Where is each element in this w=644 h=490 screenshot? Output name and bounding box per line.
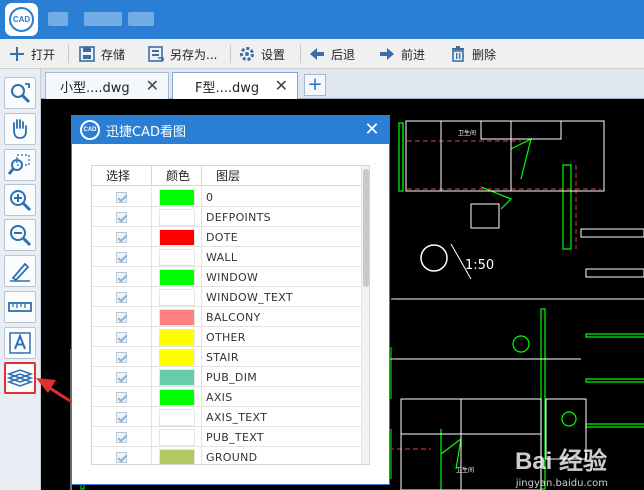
layer-select-cell bbox=[92, 387, 152, 407]
layer-table-scrollbar[interactable] bbox=[361, 166, 369, 464]
layer-color-swatch[interactable] bbox=[158, 408, 195, 426]
dialog-title: 迅捷CAD看图 bbox=[106, 124, 186, 140]
layer-table-header: 选择 颜色 图层 bbox=[92, 166, 362, 186]
layer-row[interactable]: AXIS_TEXT bbox=[92, 407, 362, 427]
layer-color-swatch[interactable] bbox=[158, 248, 195, 266]
dialog-logo-icon: CAD bbox=[80, 120, 100, 140]
layer-name: WALL bbox=[202, 247, 362, 267]
layer-color-cell bbox=[152, 387, 202, 407]
layer-select-cell bbox=[92, 267, 152, 287]
layer-dialog: CAD 迅捷CAD看图 ✕ 选择 颜色 图层 0 DEFPOINTS DOTE WAL… bbox=[71, 115, 390, 485]
layer-name: AXIS bbox=[202, 387, 362, 407]
layer-name: PUB_DIM bbox=[202, 367, 362, 387]
watermark-url: jingyan.baidu.com bbox=[515, 478, 608, 489]
layer-color-cell bbox=[152, 327, 202, 347]
layer-select-cell bbox=[92, 307, 152, 327]
layer-visible-checkbox[interactable] bbox=[116, 231, 127, 243]
layer-row[interactable]: DOTE bbox=[92, 227, 362, 247]
layer-name: WINDOW_TEXT bbox=[202, 287, 362, 307]
layer-row[interactable]: PUB_TEXT bbox=[92, 427, 362, 447]
layer-name: PUB_TEXT bbox=[202, 427, 362, 447]
layer-color-swatch[interactable] bbox=[158, 188, 195, 206]
layer-visible-checkbox[interactable] bbox=[116, 371, 127, 383]
layer-select-cell bbox=[92, 327, 152, 347]
layer-color-swatch[interactable] bbox=[158, 268, 195, 286]
layer-color-cell bbox=[152, 287, 202, 307]
layer-select-cell bbox=[92, 407, 152, 427]
layer-visible-checkbox[interactable] bbox=[116, 411, 127, 423]
layer-select-cell bbox=[92, 347, 152, 367]
layer-visible-checkbox[interactable] bbox=[116, 451, 127, 463]
layer-color-cell bbox=[152, 307, 202, 327]
layer-visible-checkbox[interactable] bbox=[116, 291, 127, 303]
scrollbar-thumb[interactable] bbox=[363, 169, 369, 287]
layer-name: AXIS_TEXT bbox=[202, 407, 362, 427]
layer-name: STAIR bbox=[202, 347, 362, 367]
layer-row[interactable]: STAIR bbox=[92, 347, 362, 367]
layer-color-cell bbox=[152, 267, 202, 287]
layer-color-cell bbox=[152, 227, 202, 247]
layer-row[interactable]: WINDOW_TEXT bbox=[92, 287, 362, 307]
layer-visible-checkbox[interactable] bbox=[116, 311, 127, 323]
layer-color-swatch[interactable] bbox=[158, 288, 195, 306]
layer-color-swatch[interactable] bbox=[158, 328, 195, 346]
layer-color-cell bbox=[152, 347, 202, 367]
layer-visible-checkbox[interactable] bbox=[116, 331, 127, 343]
layer-select-cell bbox=[92, 207, 152, 227]
layer-select-cell bbox=[92, 247, 152, 267]
column-header-color: 颜色 bbox=[152, 166, 202, 185]
layer-visible-checkbox[interactable] bbox=[116, 251, 127, 263]
layer-color-swatch[interactable] bbox=[158, 228, 195, 246]
layer-color-swatch[interactable] bbox=[158, 308, 195, 326]
layer-row[interactable]: WINDOW bbox=[92, 267, 362, 287]
layer-color-cell bbox=[152, 407, 202, 427]
layer-visible-checkbox[interactable] bbox=[116, 191, 127, 203]
layer-select-cell bbox=[92, 227, 152, 247]
layer-row[interactable]: GROUND bbox=[92, 447, 362, 464]
layer-color-cell bbox=[152, 427, 202, 447]
layer-color-swatch[interactable] bbox=[158, 388, 195, 406]
layer-name: DOTE bbox=[202, 227, 362, 247]
layer-select-cell bbox=[92, 427, 152, 447]
layer-visible-checkbox[interactable] bbox=[116, 211, 127, 223]
layer-color-cell bbox=[152, 367, 202, 387]
layer-color-cell bbox=[152, 247, 202, 267]
layer-row[interactable]: 0 bbox=[92, 187, 362, 207]
layer-color-swatch[interactable] bbox=[158, 208, 195, 226]
layer-visible-checkbox[interactable] bbox=[116, 391, 127, 403]
layer-color-cell bbox=[152, 207, 202, 227]
layer-row[interactable]: OTHER bbox=[92, 327, 362, 347]
layer-name: OTHER bbox=[202, 327, 362, 347]
layer-color-swatch[interactable] bbox=[158, 368, 195, 386]
dialog-header: CAD 迅捷CAD看图 ✕ bbox=[72, 116, 389, 144]
watermark-logo: Bai 经验 bbox=[514, 448, 607, 475]
layer-visible-checkbox[interactable] bbox=[116, 431, 127, 443]
layer-color-cell bbox=[152, 187, 202, 207]
layer-name: 0 bbox=[202, 187, 362, 207]
layer-select-cell bbox=[92, 287, 152, 307]
layer-visible-checkbox[interactable] bbox=[116, 271, 127, 283]
dialog-close-icon[interactable]: ✕ bbox=[362, 120, 382, 140]
layer-row[interactable]: DEFPOINTS bbox=[92, 207, 362, 227]
layer-row[interactable]: PUB_DIM bbox=[92, 367, 362, 387]
layer-select-cell bbox=[92, 367, 152, 387]
layer-color-swatch[interactable] bbox=[158, 348, 195, 366]
layer-name: DEFPOINTS bbox=[202, 207, 362, 227]
column-header-select: 选择 bbox=[92, 166, 152, 185]
layer-visible-checkbox[interactable] bbox=[116, 351, 127, 363]
layer-table: 选择 颜色 图层 0 DEFPOINTS DOTE WALL WINDOW WINDOW_… bbox=[91, 165, 370, 465]
column-header-layer: 图层 bbox=[202, 166, 362, 185]
layer-name: GROUND bbox=[202, 447, 362, 464]
layer-row[interactable]: AXIS bbox=[92, 387, 362, 407]
layer-color-swatch[interactable] bbox=[158, 448, 195, 464]
layer-color-cell bbox=[152, 447, 202, 464]
layer-name: BALCONY bbox=[202, 307, 362, 327]
layer-row[interactable]: WALL bbox=[92, 247, 362, 267]
layer-select-cell bbox=[92, 187, 152, 207]
layer-select-cell bbox=[92, 447, 152, 464]
layer-row[interactable]: BALCONY bbox=[92, 307, 362, 327]
layer-name: WINDOW bbox=[202, 267, 362, 287]
layer-color-swatch[interactable] bbox=[158, 428, 195, 446]
